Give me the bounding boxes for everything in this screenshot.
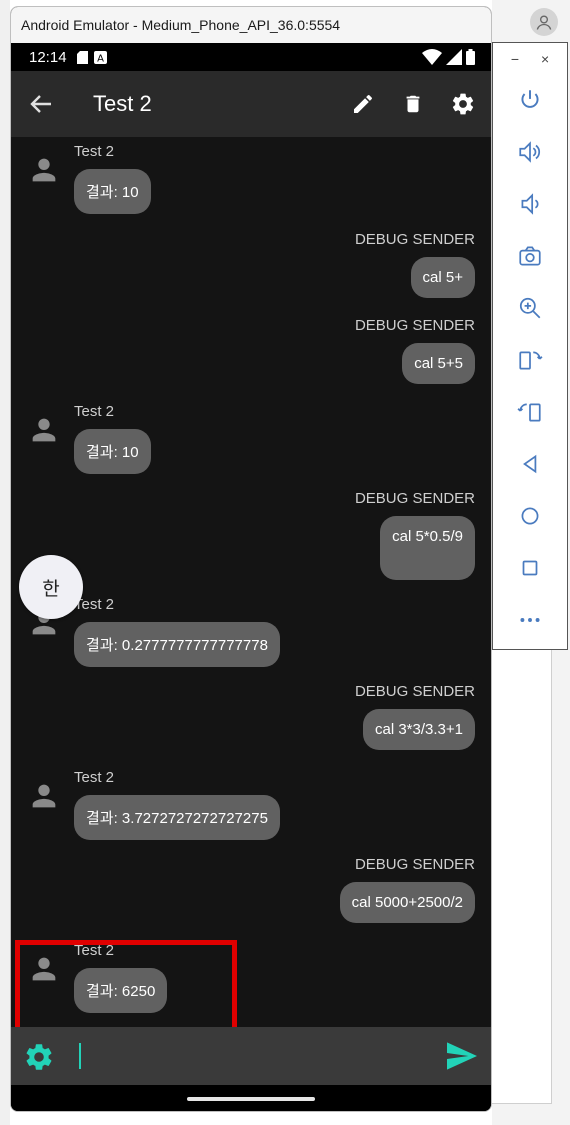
volume-down-icon[interactable] (515, 189, 545, 219)
zoom-icon[interactable] (515, 293, 545, 323)
message-bubble[interactable]: cal 5000+2500/2 (339, 882, 475, 923)
send-icon[interactable] (445, 1041, 479, 1071)
status-bar: 12:14 A (11, 43, 491, 71)
person-avatar-icon (32, 784, 56, 808)
message-bubble[interactable]: cal 3*3/3.3+1 (363, 709, 475, 750)
desktop-left-edge (0, 0, 10, 1125)
battery-icon (466, 49, 475, 65)
sender-name: Test 2 (74, 769, 115, 786)
chat-title: Test 2 (93, 91, 152, 116)
app-bar: Test 2 (11, 71, 491, 137)
back-icon[interactable] (515, 449, 545, 479)
message-list[interactable]: Test 2 결과: 10 DEBUG SENDER cal 5+ DEBUG … (11, 137, 491, 1027)
background-window (492, 650, 552, 1104)
back-arrow-icon[interactable] (11, 71, 71, 137)
status-time: 12:14 (29, 48, 67, 66)
ime-language-indicator[interactable]: 한 (19, 555, 83, 619)
home-gesture-handle[interactable] (187, 1097, 315, 1101)
sender-name: DEBUG SENDER (354, 683, 475, 700)
message-bubble[interactable]: cal 5*0.5/9 (380, 516, 475, 580)
input-settings-gear-icon[interactable] (23, 1041, 55, 1073)
signal-icon (446, 49, 462, 65)
phone-screen[interactable]: 12:14 A Test 2 Test 2 결과: 10 DEBUG SENDE… (11, 43, 491, 1111)
message-bubble[interactable]: 결과: 3.7272727272727275 (74, 795, 280, 840)
home-icon[interactable] (515, 501, 545, 531)
message-input-field[interactable] (79, 1043, 81, 1069)
message-bubble[interactable]: 결과: 10 (74, 169, 151, 214)
power-icon[interactable] (515, 85, 545, 115)
more-icon[interactable] (515, 605, 545, 635)
message-bubble[interactable]: cal 5+5 (402, 343, 475, 384)
message-bubble[interactable]: 결과: 10 (74, 429, 151, 474)
sender-name: DEBUG SENDER (354, 856, 475, 873)
gesture-nav-bar (11, 1085, 491, 1111)
sender-name: DEBUG SENDER (354, 231, 475, 248)
message-input-bar (11, 1027, 491, 1085)
person-avatar-icon (32, 418, 56, 442)
window-titlebar[interactable]: Android Emulator - Medium_Phone_API_36.0… (11, 7, 491, 43)
minimize-button[interactable]: − (511, 51, 519, 67)
rotate-left-icon[interactable] (515, 345, 545, 375)
sender-name: DEBUG SENDER (354, 490, 475, 507)
window-title: Android Emulator - Medium_Phone_API_36.0… (21, 17, 341, 33)
emulator-side-toolbar: − × (492, 42, 568, 650)
user-avatar-icon[interactable] (530, 8, 558, 36)
message-bubble[interactable]: cal 5+ (410, 257, 475, 298)
message-bubble[interactable]: 결과: 0.2777777777777778 (74, 622, 280, 667)
overview-icon[interactable] (515, 553, 545, 583)
sender-name: Test 2 (74, 403, 115, 420)
wifi-icon (422, 49, 442, 65)
svg-text:A: A (97, 53, 104, 64)
sd-card-icon (76, 50, 88, 64)
notification-a-icon: A (93, 50, 107, 64)
volume-up-icon[interactable] (515, 137, 545, 167)
rotate-right-icon[interactable] (515, 397, 545, 427)
emulator-window: Android Emulator - Medium_Phone_API_36.0… (10, 6, 492, 1112)
camera-icon[interactable] (515, 241, 545, 271)
person-avatar-icon (32, 158, 56, 182)
delete-trash-icon[interactable] (399, 90, 427, 118)
settings-gear-icon[interactable] (449, 90, 477, 118)
edit-pencil-icon[interactable] (349, 90, 377, 118)
sender-name: DEBUG SENDER (354, 317, 475, 334)
sender-name: Test 2 (74, 143, 115, 160)
close-button[interactable]: × (541, 51, 549, 67)
